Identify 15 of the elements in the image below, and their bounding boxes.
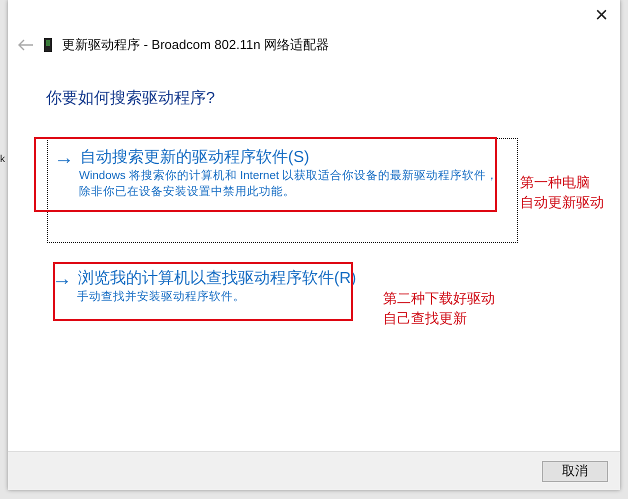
arrow-icon: → [54, 148, 74, 168]
question-heading: 你要如何搜索驱动程序? [46, 88, 216, 109]
close-button[interactable]: × [583, 0, 620, 30]
focused-option[interactable]: → 自动搜索更新的驱动程序软件(S) Windows 将搜索你的计算机和 Internet 以获取适合你设备的最新驱动程序软件，除非你已在设备安装设置中禁用此功能。 [48, 139, 517, 242]
background-text: k [0, 154, 5, 165]
window-title: 更新驱动程序 - Broadcom 802.11n 网络适配器 [62, 36, 330, 54]
cancel-button[interactable]: 取消 [542, 460, 608, 482]
option-description: 手动查找并安装驱动程序软件。 [77, 289, 246, 305]
annotation-text: 第二种下载好驱动 自己查找更新 [383, 289, 495, 328]
option-title: 自动搜索更新的驱动程序软件(S) [80, 148, 310, 168]
annotation-text: 第一种电脑 自动更新驱动 [520, 173, 604, 212]
arrow-icon: → [52, 268, 72, 288]
option-description: Windows 将搜索你的计算机和 Internet 以获取适合你设备的最新驱动程序软件，除非你已在设备安装设置中禁用此功能。 [79, 168, 499, 200]
back-arrow-icon[interactable] [18, 39, 34, 51]
network-card-icon [44, 38, 52, 52]
